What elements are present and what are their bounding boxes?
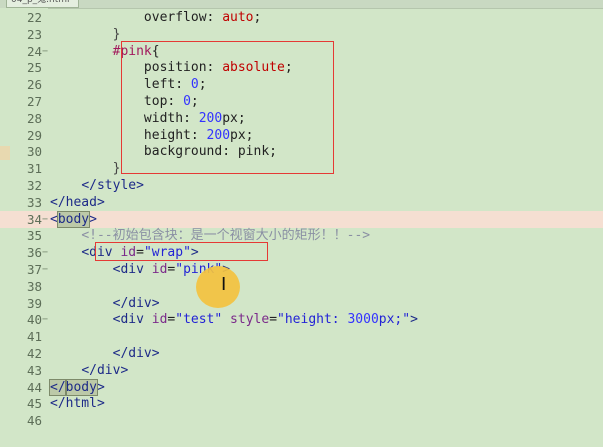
- line-number: 29: [26, 127, 42, 143]
- code-text: <body>: [50, 210, 97, 228]
- line-number: 41: [26, 329, 42, 345]
- fold-toggle-icon[interactable]: −: [42, 244, 48, 261]
- code-text: #pink{: [112, 43, 160, 59]
- line-number: 30: [26, 144, 42, 160]
- code-text: left: 0;: [143, 77, 207, 93]
- fold-toggle-icon[interactable]: −: [42, 261, 48, 278]
- code-line[interactable]: 35 <!--初始包含块：是一个视窗大小的矩形！！-->: [0, 227, 603, 244]
- code-text: </body>: [49, 378, 105, 396]
- line-number: 40: [26, 312, 42, 328]
- code-text: position: absolute;: [143, 60, 293, 76]
- line-number: 39: [26, 295, 42, 311]
- code-line[interactable]: 32 </style>: [0, 177, 603, 194]
- code-line[interactable]: 42 </div>: [0, 345, 603, 362]
- code-text: <!--初始包含块：是一个视窗大小的矩形！！-->: [81, 228, 371, 244]
- line-number: 45: [26, 396, 42, 412]
- line-number: 43: [26, 362, 42, 378]
- code-text: height: 200px;: [143, 127, 254, 143]
- code-line[interactable]: 23 }: [0, 26, 603, 43]
- code-line[interactable]: 24− #pink{: [0, 43, 603, 60]
- code-text: </div>: [112, 295, 160, 311]
- code-line[interactable]: 38: [0, 278, 603, 295]
- code-text: <div id="wrap">: [81, 245, 199, 261]
- code-line[interactable]: 22 overflow: auto;: [0, 9, 603, 26]
- editor-window: { "tab": { "title": "04_p_鬼.html" }, "li…: [0, 0, 603, 447]
- code-line[interactable]: 43 </div>: [0, 362, 603, 379]
- code-line[interactable]: 30 background: pink;: [0, 143, 603, 160]
- line-number: 36: [26, 245, 42, 261]
- line-number: 32: [26, 178, 42, 193]
- line-number: 35: [26, 228, 42, 244]
- code-text: }: [112, 161, 121, 177]
- line-number: 26: [26, 77, 42, 93]
- code-text: </div>: [112, 346, 160, 361]
- code-line[interactable]: 34− <body>: [0, 210, 603, 228]
- editor-tab-strip: 04_p_鬼.html: [0, 0, 603, 9]
- line-number: 38: [26, 278, 42, 294]
- line-number: 25: [26, 60, 42, 76]
- code-line[interactable]: 37− <div id="pink">: [0, 261, 603, 278]
- code-line[interactable]: 27 top: 0;: [0, 93, 603, 110]
- editor-tab[interactable]: 04_p_鬼.html: [6, 0, 79, 8]
- line-number: 42: [26, 346, 42, 361]
- code-line[interactable]: 26 left: 0;: [0, 76, 603, 93]
- line-number: 23: [26, 26, 42, 42]
- line-number: 24: [26, 43, 42, 59]
- fold-toggle-icon[interactable]: −: [42, 211, 48, 228]
- code-text: width: 200px;: [143, 110, 246, 126]
- mouse-highlight: [196, 266, 240, 308]
- line-number: 46: [26, 413, 42, 429]
- line-number: 34: [26, 211, 42, 227]
- code-line[interactable]: 31 }: [0, 160, 603, 177]
- fold-toggle-icon[interactable]: −: [42, 43, 48, 60]
- line-number: 28: [26, 110, 42, 126]
- code-text: <div id="test" style="height: 3000px;">: [112, 312, 418, 328]
- code-line[interactable]: 29 height: 200px;: [0, 127, 603, 144]
- code-line[interactable]: 41: [0, 328, 603, 345]
- code-line[interactable]: 28 width: 200px;: [0, 110, 603, 127]
- code-text: </html>: [50, 396, 105, 412]
- code-line[interactable]: 46: [0, 412, 603, 429]
- line-number: 33: [26, 194, 42, 210]
- code-line[interactable]: 44 </body>: [0, 378, 603, 396]
- code-line[interactable]: 40− <div id="test" style="height: 3000px…: [0, 311, 603, 328]
- code-line[interactable]: 25 position: absolute;: [0, 59, 603, 76]
- code-text: overflow: auto;: [143, 10, 262, 25]
- code-text: background: pink;: [143, 144, 277, 160]
- code-line[interactable]: 39 </div>: [0, 295, 603, 312]
- fold-toggle-icon[interactable]: −: [42, 311, 48, 328]
- line-number: 44: [26, 379, 42, 395]
- line-number: 22: [26, 10, 42, 25]
- code-text: </style>: [81, 178, 144, 193]
- code-line[interactable]: 45 </html>: [0, 395, 603, 412]
- code-text: </div>: [81, 362, 129, 378]
- code-text: }: [112, 26, 121, 42]
- line-number: 31: [26, 161, 42, 177]
- text-cursor-icon: I: [221, 274, 227, 295]
- line-number: 27: [26, 94, 42, 109]
- code-line[interactable]: 33 </head>: [0, 194, 603, 211]
- line-number: 37: [26, 262, 42, 277]
- code-text: </head>: [50, 194, 105, 210]
- code-text: top: 0;: [143, 94, 199, 109]
- code-line[interactable]: 36− <div id="wrap">: [0, 244, 603, 261]
